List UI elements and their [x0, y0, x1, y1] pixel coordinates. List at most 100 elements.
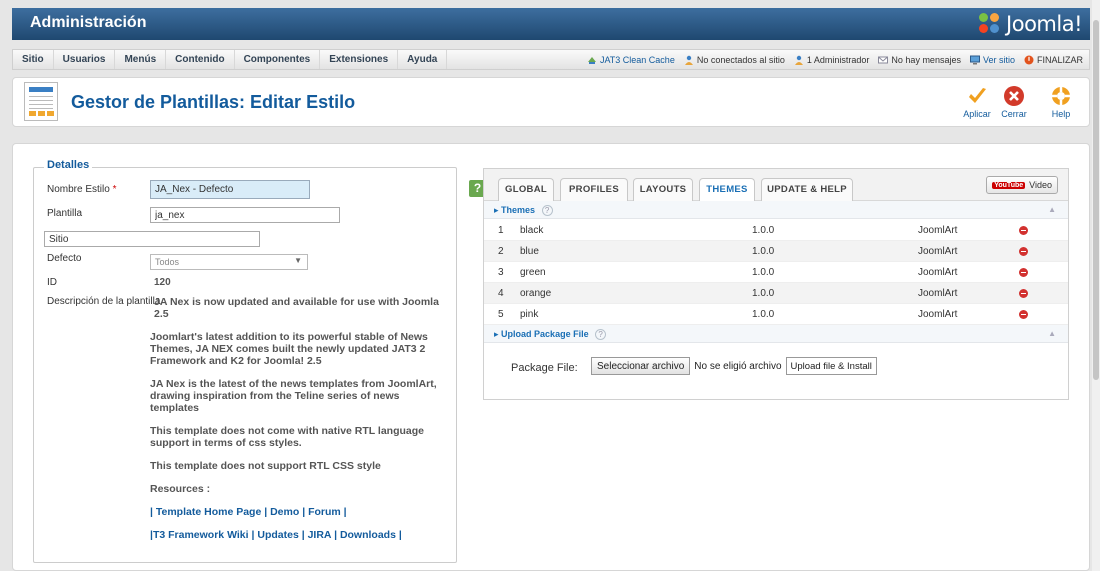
- pipe-sep: |: [264, 506, 268, 518]
- caret-right-icon: ▸: [494, 205, 499, 215]
- close-button[interactable]: Cerrar: [996, 85, 1032, 119]
- not-connected-label: No conectados al sitio: [696, 54, 785, 65]
- delete-icon[interactable]: [1019, 247, 1028, 256]
- default-select[interactable]: Todos ▼: [150, 254, 308, 270]
- tab-strip: GLOBAL PROFILES LAYOUTS THEMES UPDATE & …: [484, 169, 1068, 202]
- delete-icon[interactable]: [1019, 310, 1028, 319]
- menu-item-ayuda[interactable]: Ayuda: [398, 50, 448, 69]
- menu-item-menus[interactable]: Menús: [115, 50, 167, 69]
- tab-themes[interactable]: THEMES: [699, 178, 755, 202]
- link-template-home[interactable]: Template Home Page: [156, 506, 261, 518]
- theme-name: orange: [520, 288, 552, 299]
- theme-num: 4: [498, 288, 504, 299]
- description-p5: This template does not support RTL CSS s…: [150, 460, 381, 472]
- link-updates[interactable]: Updates: [257, 529, 298, 541]
- template-manager-icon: [24, 82, 58, 121]
- video-button[interactable]: YouTube Video: [986, 176, 1058, 194]
- pipe-sep: |: [398, 529, 402, 541]
- tab-update-help[interactable]: UPDATE & HELP: [761, 178, 853, 201]
- menu-item-extensiones[interactable]: Extensiones: [320, 50, 399, 69]
- tab-global[interactable]: GLOBAL: [498, 178, 554, 201]
- joomla-logo-text: Joomla!: [1006, 12, 1082, 36]
- theme-version: 1.0.0: [752, 246, 775, 257]
- pipe-sep: |: [301, 529, 305, 541]
- admin-count-label: 1 Administrador: [806, 54, 870, 65]
- menu-item-componentes[interactable]: Componentes: [235, 50, 321, 69]
- logout-label: FINALIZAR: [1036, 54, 1083, 65]
- logout-link[interactable]: FINALIZAR: [1024, 55, 1083, 65]
- menu-item-usuarios[interactable]: Usuarios: [54, 50, 116, 69]
- themes-section-header[interactable]: ▸ Themes ? ▲: [484, 201, 1068, 219]
- joomla-logo-icon: [979, 13, 1001, 35]
- theme-num: 1: [498, 225, 504, 236]
- admin-count-status: 1 Administrador: [794, 54, 870, 65]
- messages-label: No hay mensajes: [891, 54, 961, 65]
- link-jira[interactable]: JIRA: [308, 529, 332, 541]
- clean-cache-link[interactable]: JAT3 Clean Cache: [587, 55, 675, 65]
- joomla-logo[interactable]: Joomla!: [979, 12, 1082, 36]
- choose-file-button[interactable]: Seleccionar archivo: [591, 357, 691, 375]
- help-button[interactable]: Help: [1043, 85, 1079, 119]
- theme-author: JoomlArt: [918, 225, 958, 236]
- link-downloads[interactable]: Downloads: [340, 529, 396, 541]
- menu-item-contenido[interactable]: Contenido: [166, 50, 235, 69]
- monitor-icon: [969, 55, 980, 64]
- theme-author: JoomlArt: [918, 246, 958, 257]
- clean-cache-label: JAT3 Clean Cache: [599, 54, 675, 65]
- delete-icon[interactable]: [1019, 289, 1028, 298]
- theme-num: 3: [498, 267, 504, 278]
- messages-status[interactable]: No hay mensajes: [878, 55, 961, 65]
- upload-install-button[interactable]: Upload file & Install: [785, 357, 877, 375]
- apply-label: Aplicar: [963, 109, 991, 119]
- lifebuoy-icon: [1052, 87, 1070, 105]
- apply-button[interactable]: Aplicar: [959, 85, 995, 119]
- description-resources: Resources :: [150, 483, 211, 495]
- delete-icon[interactable]: [1019, 268, 1028, 277]
- theme-author: JoomlArt: [918, 288, 958, 299]
- admin-title: Administración: [30, 14, 147, 31]
- menu-item-sitio[interactable]: Sitio: [13, 50, 54, 69]
- power-icon: [1024, 55, 1034, 64]
- delete-icon[interactable]: [1019, 226, 1028, 235]
- pipe-sep: |: [334, 529, 338, 541]
- description-label: Descripción de la plantilla: [47, 296, 161, 307]
- chevron-down-icon: ▼: [294, 256, 302, 265]
- view-site-link[interactable]: Ver sitio: [969, 54, 1015, 65]
- question-icon[interactable]: ?: [541, 205, 553, 216]
- template-input[interactable]: [150, 207, 340, 223]
- theme-version: 1.0.0: [752, 288, 775, 299]
- resource-links-row1: | Template Home Page | Demo | Forum |: [150, 506, 450, 518]
- site-input[interactable]: [44, 231, 260, 247]
- collapse-icon[interactable]: ▲: [1048, 329, 1056, 338]
- template-description: JA Nex is now updated and available for …: [150, 296, 450, 552]
- view-site-label: Ver sitio: [982, 54, 1015, 65]
- tab-layouts[interactable]: LAYOUTS: [633, 178, 693, 201]
- id-value: 120: [154, 277, 171, 288]
- theme-author: JoomlArt: [918, 309, 958, 320]
- description-p4: This template does not come with native …: [150, 425, 425, 449]
- envelope-icon: [878, 56, 889, 63]
- default-select-value: Todos: [155, 257, 180, 267]
- page-scrollbar[interactable]: [1092, 0, 1100, 571]
- theme-version: 1.0.0: [752, 267, 775, 278]
- tab-profiles[interactable]: PROFILES: [560, 178, 628, 201]
- link-demo[interactable]: Demo: [270, 506, 299, 518]
- scrollbar-thumb[interactable]: [1093, 20, 1099, 380]
- help-label: Help: [1051, 109, 1071, 119]
- status-bar: JAT3 Clean Cache No conectados al sitio …: [587, 50, 1083, 69]
- theme-version: 1.0.0: [752, 225, 775, 236]
- description-p1: JA Nex is now updated and available for …: [154, 296, 439, 320]
- link-t3-wiki[interactable]: T3 Framework Wiki: [153, 529, 249, 541]
- upload-section-header[interactable]: ▸ Upload Package File ? ▲: [484, 325, 1068, 343]
- theme-version: 1.0.0: [752, 309, 775, 320]
- pipe-sep: |: [302, 506, 306, 518]
- theme-name: blue: [520, 246, 539, 257]
- video-label: Video: [1029, 180, 1052, 190]
- close-label: Cerrar: [1001, 109, 1027, 119]
- close-icon: [1004, 86, 1024, 106]
- question-icon[interactable]: ?: [595, 329, 607, 340]
- collapse-icon[interactable]: ▲: [1048, 205, 1056, 214]
- main-panel: Detalles Nombre Estilo * Plantilla Defec…: [12, 143, 1090, 571]
- style-name-input[interactable]: [150, 180, 310, 199]
- link-forum[interactable]: Forum: [308, 506, 341, 518]
